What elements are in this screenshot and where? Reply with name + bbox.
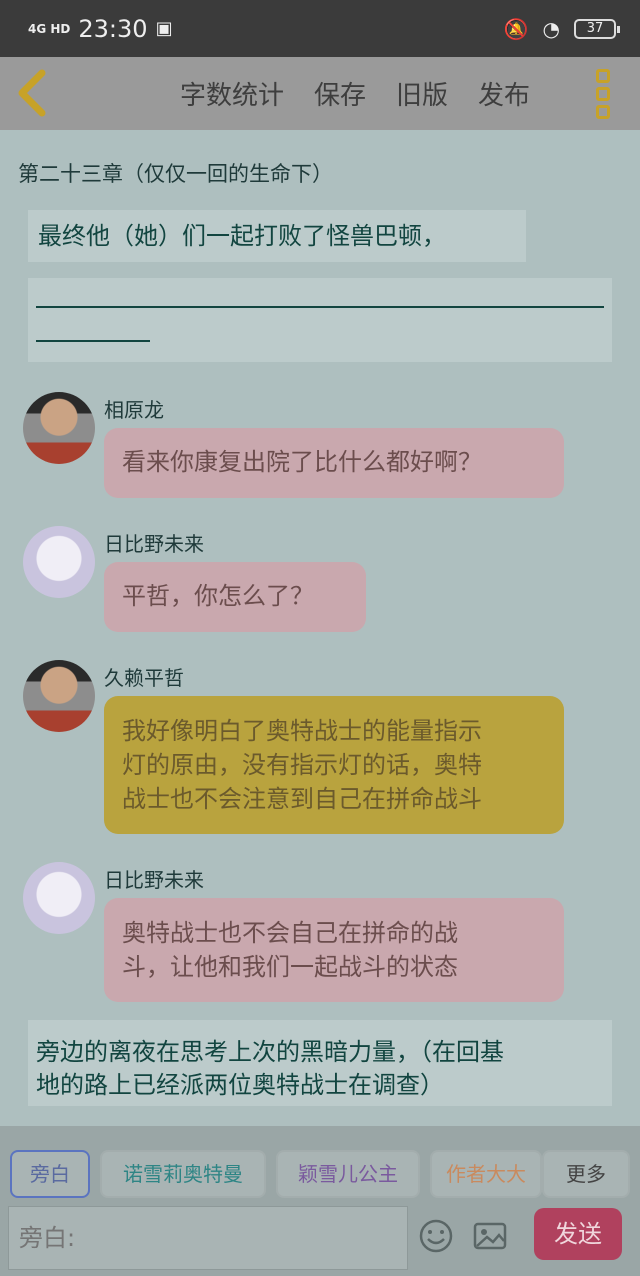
narration-text: 最终他（她）们一起打败了怪兽巴顿， — [38, 222, 446, 250]
chat-content[interactable]: 第二十三章（仅仅一回的生命下） 最终他（她）们一起打败了怪兽巴顿， 相原龙 看来… — [0, 130, 640, 1126]
wifi-icon: ◔ — [542, 16, 560, 41]
narration-line: 地的路上已经派两位奥特战士在调查） — [36, 1071, 444, 1099]
status-bar: 4G HD 23:30 ▣ 🔕 ◔ 37 — [0, 0, 640, 57]
back-button[interactable] — [14, 67, 54, 119]
message-bubble[interactable]: 平哲，你怎么了？ — [104, 562, 366, 632]
speaker-name: 日比野未来 — [104, 868, 204, 892]
avatar[interactable] — [23, 392, 95, 464]
emoji-icon[interactable] — [418, 1218, 454, 1254]
signal-icon: 4G HD — [28, 21, 71, 36]
text-underline — [36, 306, 604, 308]
message-line: 战士也不会注意到自己在拼命战斗 — [122, 785, 482, 813]
speaker-name: 相原龙 — [104, 398, 164, 422]
avatar[interactable] — [23, 660, 95, 732]
battery-icon: 37 — [574, 18, 620, 39]
empty-narration-block[interactable] — [28, 278, 612, 362]
chevron-left-icon — [18, 69, 46, 117]
message-bubble[interactable]: 奥特战士也不会自己在拼命的战 斗，让他和我们一起战斗的状态 — [104, 898, 564, 1002]
menu-dot — [596, 69, 610, 83]
send-button[interactable]: 发送 — [534, 1208, 622, 1260]
message-text: 平哲，你怎么了？ — [122, 582, 314, 610]
role-chip-narrator[interactable]: 旁白 — [10, 1150, 90, 1198]
message-input[interactable] — [8, 1206, 408, 1270]
message-bubble[interactable]: 我好像明白了奥特战士的能量指示 灯的原由，没有指示灯的话，奥特 战士也不会注意到… — [104, 696, 564, 834]
speaker-name: 日比野未来 — [104, 532, 204, 556]
role-chip-2[interactable]: 颖雪儿公主 — [276, 1150, 420, 1198]
narration-block[interactable]: 最终他（她）们一起打败了怪兽巴顿， — [28, 210, 526, 262]
message-text: 看来你康复出院了比什么都好啊？ — [122, 448, 482, 476]
save-button[interactable]: 保存 — [314, 75, 366, 112]
publish-button[interactable]: 发布 — [478, 75, 530, 112]
role-chip-1[interactable]: 诺雪莉奥特曼 — [100, 1150, 266, 1198]
message-line: 灯的原由，没有指示灯的话，奥特 — [122, 751, 482, 779]
image-glyph — [473, 1222, 507, 1250]
menu-dot — [596, 87, 610, 101]
toolbar: 字数统计 保存 旧版 发布 — [0, 57, 640, 130]
message-bubble[interactable]: 看来你康复出院了比什么都好啊？ — [104, 428, 564, 498]
notification-icon: ▣ — [155, 18, 173, 39]
menu-dot — [596, 105, 610, 119]
input-bar: 发送 — [0, 1204, 640, 1276]
old-version-button[interactable]: 旧版 — [396, 75, 448, 112]
role-chip-3[interactable]: 作者大大 — [430, 1150, 542, 1198]
message-line: 奥特战士也不会自己在拼命的战 — [122, 919, 458, 947]
message-line: 斗，让他和我们一起战斗的状态 — [122, 953, 458, 981]
more-roles-button[interactable]: 更多 — [542, 1150, 630, 1198]
mute-bell-icon: 🔕 — [503, 16, 529, 41]
avatar[interactable] — [23, 526, 95, 598]
emoji-glyph — [419, 1219, 453, 1253]
narration-line: 旁边的离夜在思考上次的黑暗力量，（在回基 — [36, 1038, 504, 1066]
status-time: 23:30 — [78, 14, 148, 43]
chapter-title[interactable]: 第二十三章（仅仅一回的生命下） — [18, 158, 333, 188]
more-vertical-icon[interactable] — [596, 69, 612, 119]
avatar[interactable] — [23, 862, 95, 934]
message-line: 我好像明白了奥特战士的能量指示 — [122, 717, 482, 745]
image-icon[interactable] — [472, 1218, 508, 1254]
narration-block[interactable]: 旁边的离夜在思考上次的黑暗力量，（在回基 地的路上已经派两位奥特战士在调查） — [28, 1020, 612, 1106]
word-count-button[interactable]: 字数统计 — [180, 75, 284, 112]
role-selector: 旁白 诺雪莉奥特曼 颖雪儿公主 作者大大 更多 — [0, 1126, 640, 1204]
speaker-name: 久赖平哲 — [104, 666, 184, 690]
text-underline — [36, 340, 150, 342]
